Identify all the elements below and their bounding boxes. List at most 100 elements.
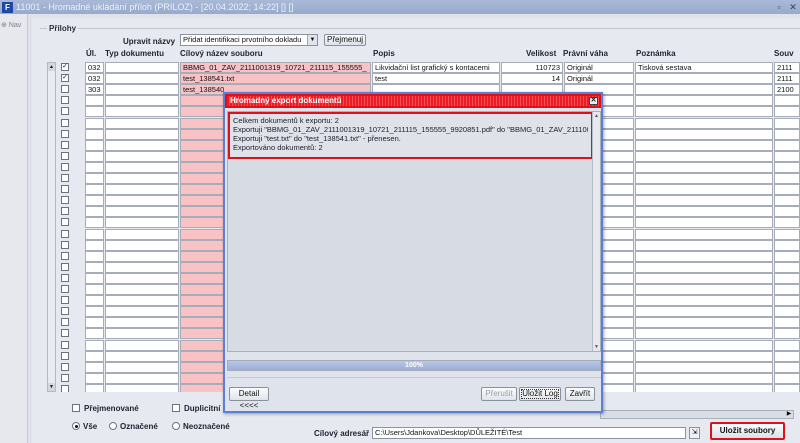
- log-vertical-scrollbar[interactable]: ▲ ▼: [592, 112, 600, 351]
- cell-typ[interactable]: [105, 106, 179, 118]
- row-checkbox[interactable]: [61, 362, 69, 371]
- cell-ul[interactable]: [85, 383, 104, 392]
- cell-typ[interactable]: [105, 73, 179, 85]
- row-checkbox[interactable]: ✓: [61, 63, 69, 71]
- cell-popis[interactable]: test: [372, 73, 500, 85]
- cell-typ[interactable]: [105, 195, 179, 207]
- cell-souv[interactable]: [774, 250, 800, 262]
- cell-ul[interactable]: [85, 339, 104, 351]
- cell-souv[interactable]: [774, 106, 800, 118]
- cell-ul[interactable]: 032: [85, 73, 104, 85]
- row-checkbox[interactable]: ✓: [61, 74, 69, 83]
- cell-poznamka[interactable]: [635, 228, 773, 240]
- cell-ul[interactable]: [85, 250, 104, 262]
- scroll-down-icon[interactable]: ▼: [48, 383, 55, 391]
- cell-cilovy[interactable]: test_138541.txt: [180, 73, 371, 85]
- row-checkbox[interactable]: [61, 262, 69, 271]
- cell-poznamka[interactable]: [635, 161, 773, 173]
- cell-souv[interactable]: [774, 95, 800, 107]
- cell-souv[interactable]: [774, 284, 800, 295]
- cell-souv[interactable]: [774, 339, 800, 351]
- row-checkbox[interactable]: [61, 307, 69, 316]
- row-checkbox[interactable]: [61, 273, 69, 282]
- cell-ul[interactable]: [85, 117, 104, 129]
- cell-poznamka[interactable]: [635, 250, 773, 262]
- close-dialog-button[interactable]: Zavřít: [565, 387, 595, 401]
- cell-typ[interactable]: [105, 117, 179, 129]
- row-checkbox[interactable]: [61, 118, 69, 127]
- row-checkbox[interactable]: [61, 218, 69, 227]
- cell-poznamka[interactable]: [635, 284, 773, 295]
- cell-ul[interactable]: [85, 328, 104, 340]
- cell-souv[interactable]: [774, 295, 800, 307]
- cell-poznamka[interactable]: [635, 361, 773, 373]
- cell-pravni[interactable]: Originál: [564, 62, 634, 73]
- cell-souv[interactable]: [774, 206, 800, 218]
- save-files-button[interactable]: Uložit soubory: [710, 422, 785, 440]
- cell-typ[interactable]: [105, 372, 179, 384]
- row-checkbox[interactable]: [61, 229, 69, 238]
- cell-souv[interactable]: [774, 173, 800, 184]
- cell-typ[interactable]: [105, 206, 179, 218]
- row-checkbox[interactable]: [61, 340, 69, 349]
- cell-poznamka[interactable]: [635, 117, 773, 129]
- row-checkbox[interactable]: [61, 251, 69, 260]
- cell-typ[interactable]: [105, 383, 179, 392]
- row-checkbox[interactable]: [61, 240, 69, 249]
- cell-ul[interactable]: [85, 317, 104, 329]
- cell-typ[interactable]: [105, 84, 179, 96]
- close-window-icon[interactable]: ✕: [786, 2, 800, 13]
- cell-typ[interactable]: [105, 306, 179, 318]
- cell-ul[interactable]: [85, 350, 104, 362]
- target-dir-input[interactable]: C:\Users\Jdankova\Desktop\DŮLEŽITÉ\Test: [372, 427, 686, 439]
- cell-typ[interactable]: [105, 317, 179, 329]
- cell-typ[interactable]: [105, 361, 179, 373]
- cell-typ[interactable]: [105, 295, 179, 307]
- cell-souv[interactable]: [774, 239, 800, 251]
- row-checkbox[interactable]: [61, 185, 69, 194]
- row-checkbox[interactable]: [61, 151, 69, 160]
- cell-typ[interactable]: [105, 95, 179, 107]
- interrupt-button[interactable]: Přerušit: [481, 387, 517, 401]
- cell-typ[interactable]: [105, 173, 179, 184]
- cell-poznamka[interactable]: [635, 350, 773, 362]
- cell-ul[interactable]: [85, 239, 104, 251]
- cell-ul[interactable]: [85, 106, 104, 118]
- cell-typ[interactable]: [105, 350, 179, 362]
- cell-pravni[interactable]: Originál: [564, 73, 634, 85]
- save-log-button[interactable]: Uložit Log: [519, 387, 561, 401]
- cell-poznamka[interactable]: [635, 184, 773, 196]
- grid-horizontal-scrollbar[interactable]: ▶: [600, 410, 794, 419]
- cell-ul[interactable]: [85, 306, 104, 318]
- cell-typ[interactable]: [105, 339, 179, 351]
- row-checkbox[interactable]: [61, 373, 69, 382]
- cell-ul[interactable]: [85, 272, 104, 284]
- cell-poznamka[interactable]: [635, 195, 773, 207]
- cell-typ[interactable]: [105, 239, 179, 251]
- cell-typ[interactable]: [105, 150, 179, 162]
- cell-poznamka[interactable]: [635, 128, 773, 140]
- cell-poznamka[interactable]: [635, 339, 773, 351]
- table-row[interactable]: ✓ 032 BBMG_01_ZAV_2111001319_10721_211115_…: [47, 62, 800, 73]
- cell-poznamka[interactable]: [635, 150, 773, 162]
- cell-poznamka[interactable]: [635, 95, 773, 107]
- row-checkbox[interactable]: [61, 207, 69, 216]
- browse-folder-icon[interactable]: ⇲: [689, 427, 700, 439]
- cell-poznamka[interactable]: [635, 239, 773, 251]
- cell-ul[interactable]: [85, 284, 104, 295]
- cell-typ[interactable]: [105, 62, 179, 73]
- cell-souv[interactable]: [774, 306, 800, 318]
- cell-popis[interactable]: Likvidační list grafický s kontacemi: [372, 62, 500, 73]
- cell-typ[interactable]: [105, 261, 179, 273]
- cell-ul[interactable]: [85, 361, 104, 373]
- cell-souv[interactable]: [774, 261, 800, 273]
- cell-ul[interactable]: [85, 217, 104, 229]
- cell-ul[interactable]: 032: [85, 62, 104, 73]
- cell-typ[interactable]: [105, 272, 179, 284]
- row-checkbox[interactable]: [61, 129, 69, 138]
- cell-ul[interactable]: [85, 161, 104, 173]
- row-checkbox[interactable]: [61, 107, 69, 116]
- cell-ul[interactable]: [85, 139, 104, 151]
- cell-poznamka[interactable]: [635, 317, 773, 329]
- row-checkbox[interactable]: [61, 85, 69, 94]
